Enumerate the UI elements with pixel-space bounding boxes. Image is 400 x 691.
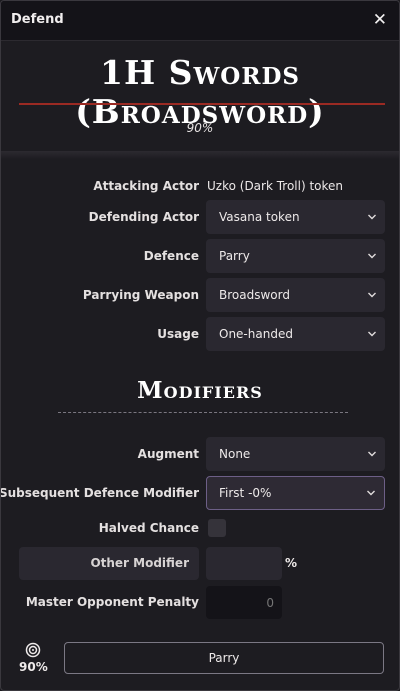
parry-button[interactable]: Parry xyxy=(64,642,384,674)
defence-label: Defence xyxy=(143,249,199,263)
master-opponent-penalty-label: Master Opponent Penalty xyxy=(25,595,199,609)
subsequent-defence-select[interactable]: First -0% xyxy=(206,476,385,510)
subsequent-defence-value: First -0% xyxy=(219,486,272,500)
defending-actor-value: Vasana token xyxy=(219,210,300,224)
attacking-actor-label: Attacking Actor xyxy=(93,179,199,193)
halved-chance-label: Halved Chance xyxy=(98,521,199,535)
defending-actor-row: Defending Actor Vasana token xyxy=(1,200,399,234)
master-opponent-penalty-input[interactable] xyxy=(206,586,282,619)
halved-chance-checkbox[interactable] xyxy=(208,519,226,537)
target-icon xyxy=(25,642,41,658)
footer-chance: 90% xyxy=(19,660,48,674)
defence-row: Defence Parry xyxy=(1,239,399,273)
chevron-down-icon xyxy=(368,213,376,221)
modifiers-divider xyxy=(58,412,348,413)
section-divider xyxy=(1,151,399,159)
defence-select[interactable]: Parry xyxy=(206,239,385,273)
augment-label: Augment xyxy=(137,447,199,461)
defend-dialog: Defend ✕ 1H Swords (Broadsword) 90% Atta… xyxy=(0,0,400,691)
defending-actor-select[interactable]: Vasana token xyxy=(206,200,385,234)
attacking-actor-value: Uzko (Dark Troll) token xyxy=(207,179,344,193)
attacking-actor-row: Attacking Actor Uzko (Dark Troll) token xyxy=(1,169,399,203)
close-icon[interactable]: ✕ xyxy=(373,10,387,30)
skill-title: 1H Swords (Broadsword) xyxy=(75,53,325,131)
other-modifier-row: Other Modifier % xyxy=(1,547,399,581)
subsequent-defence-row: Subsequent Defence Modifier First -0% xyxy=(1,476,399,510)
percent-unit: % xyxy=(285,556,298,570)
augment-select[interactable]: None xyxy=(206,437,385,471)
halved-chance-row: Halved Chance xyxy=(1,511,399,545)
title-divider xyxy=(19,103,385,105)
chevron-down-icon xyxy=(368,252,376,260)
chevron-down-icon xyxy=(368,330,376,338)
success-chance: 90% xyxy=(186,121,214,135)
modifiers-heading: Modifiers xyxy=(137,377,263,404)
chevron-down-icon xyxy=(367,489,375,497)
window-title: Defend xyxy=(11,12,64,27)
usage-select[interactable]: One-handed xyxy=(206,317,385,351)
chevron-down-icon xyxy=(368,450,376,458)
subsequent-defence-label: Subsequent Defence Modifier xyxy=(0,486,199,500)
master-opponent-penalty-row: Master Opponent Penalty xyxy=(1,586,399,620)
usage-label: Usage xyxy=(157,327,199,341)
dialog-header: 1H Swords (Broadsword) 90% xyxy=(1,41,399,153)
chevron-down-icon xyxy=(368,291,376,299)
parrying-weapon-row: Parrying Weapon Broadsword xyxy=(1,278,399,312)
parrying-weapon-label: Parrying Weapon xyxy=(82,288,199,302)
augment-row: Augment None xyxy=(1,437,399,471)
usage-value: One-handed xyxy=(219,327,293,341)
other-modifier-button[interactable]: Other Modifier xyxy=(19,547,199,580)
defence-value: Parry xyxy=(219,249,250,263)
title-bar[interactable]: Defend ✕ xyxy=(1,1,399,41)
other-modifier-input[interactable] xyxy=(206,547,282,580)
usage-row: Usage One-handed xyxy=(1,317,399,351)
augment-value: None xyxy=(219,447,251,461)
defending-actor-label: Defending Actor xyxy=(88,210,199,224)
parrying-weapon-value: Broadsword xyxy=(219,288,290,302)
parrying-weapon-select[interactable]: Broadsword xyxy=(206,278,385,312)
